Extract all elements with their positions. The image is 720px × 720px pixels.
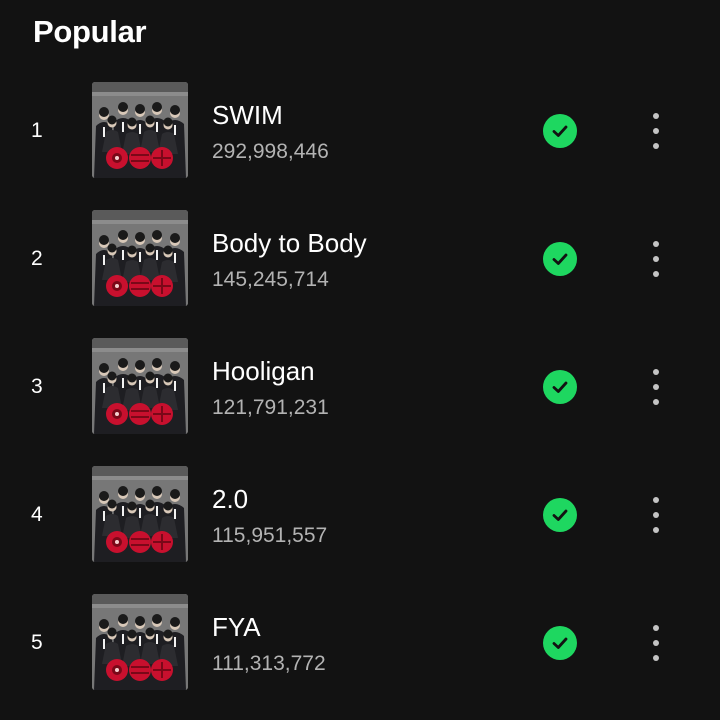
album-cover <box>92 82 188 178</box>
track-play-count: 121,791,231 <box>212 396 329 419</box>
album-cover <box>92 466 188 562</box>
track-rank: 3 <box>31 375 43 398</box>
track-row[interactable]: 5 FYA 111,313,772 <box>0 579 720 707</box>
track-title: Body to Body <box>212 228 367 258</box>
track-rank: 2 <box>31 247 43 270</box>
track-row[interactable]: 3 Hooligan 121,791,231 <box>0 323 720 451</box>
track-row[interactable]: 1 SWIM 292,998,446 <box>0 67 720 195</box>
downloaded-check-icon <box>543 498 577 532</box>
downloaded-check-icon <box>543 370 577 404</box>
album-cover <box>92 594 188 690</box>
downloaded-check-icon <box>543 626 577 660</box>
track-play-count: 111,313,772 <box>212 652 326 675</box>
track-play-count: 115,951,557 <box>212 524 328 547</box>
track-rank: 4 <box>31 503 43 526</box>
track-title: Hooligan <box>212 356 315 386</box>
section-title: Popular <box>33 14 147 49</box>
more-options-icon[interactable] <box>640 239 672 279</box>
track-list: 1 SWIM 292,998,446 2 Body to Body 145,24… <box>0 67 720 707</box>
track-play-count: 145,245,714 <box>212 268 329 291</box>
track-title: SWIM <box>212 100 283 130</box>
downloaded-check-icon <box>543 114 577 148</box>
downloaded-check-icon <box>543 242 577 276</box>
more-options-icon[interactable] <box>640 495 672 535</box>
popular-tracks-section: Popular 1 SWIM 292,998,446 2 Body to Bod… <box>0 0 720 720</box>
more-options-icon[interactable] <box>640 623 672 663</box>
track-row[interactable]: 2 Body to Body 145,245,714 <box>0 195 720 323</box>
album-cover <box>92 338 188 434</box>
track-title: 2.0 <box>212 484 249 514</box>
track-play-count: 292,998,446 <box>212 140 329 163</box>
track-rank: 5 <box>31 631 43 654</box>
album-cover <box>92 210 188 306</box>
more-options-icon[interactable] <box>640 367 672 407</box>
track-row[interactable]: 4 2.0 115,951,557 <box>0 451 720 579</box>
more-options-icon[interactable] <box>640 111 672 151</box>
track-rank: 1 <box>31 119 43 142</box>
track-title: FYA <box>212 612 261 642</box>
